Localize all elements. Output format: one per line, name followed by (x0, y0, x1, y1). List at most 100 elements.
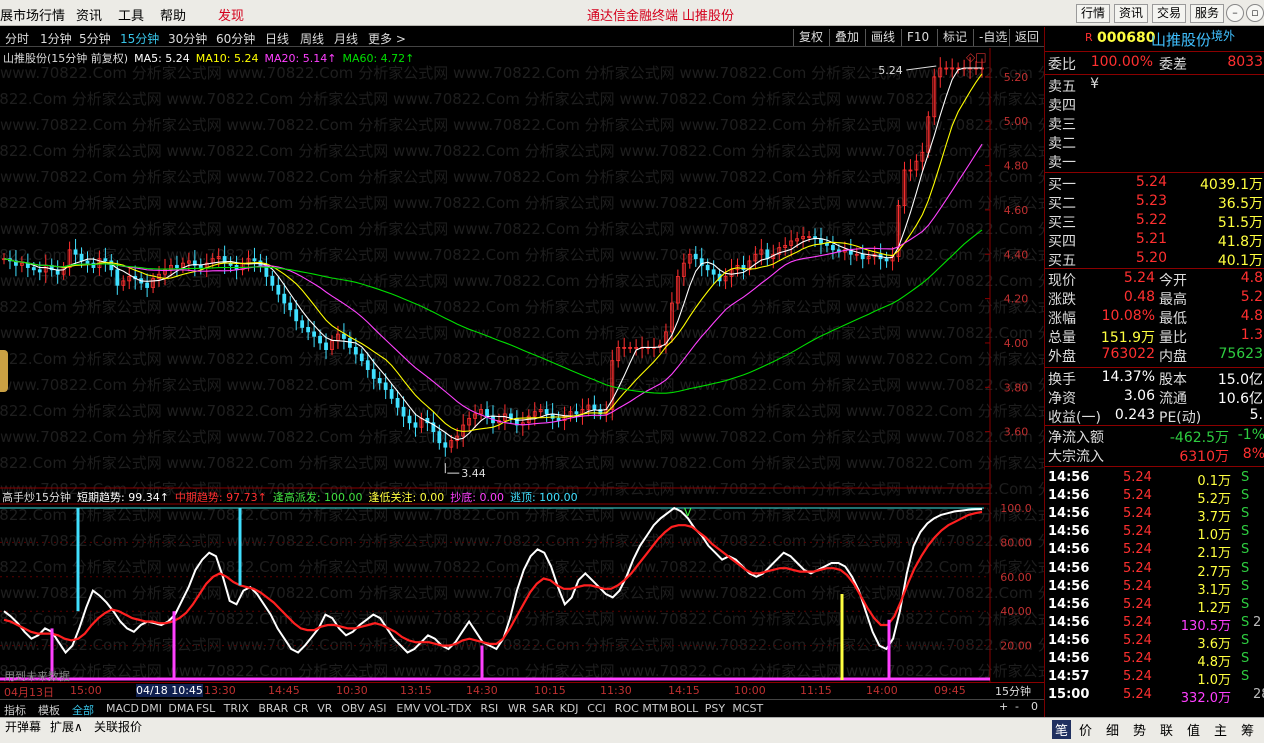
indicator-tab[interactable]: DMI (141, 702, 162, 715)
quote-tab[interactable]: 细 (1106, 720, 1119, 739)
trade-button[interactable]: 交易 (1152, 4, 1187, 23)
kline-chart[interactable]: www.70822.Com 分析家公式网 www.70822.Com 分析家公式… (0, 48, 1044, 682)
mid-trend-label: 中期趋势: 97.73↑ (174, 491, 267, 504)
quote-tab[interactable]: 值 (1187, 720, 1200, 739)
sell-label: 卖四 (1048, 98, 1076, 114)
period-more[interactable]: 更多 > (368, 30, 406, 47)
watermark-text: www.70822.Com 分析家公式网 www.70822.Com 分析家公式… (0, 194, 1044, 212)
candle-body (198, 264, 203, 268)
buy-volume: 4039.1万 (1200, 177, 1263, 193)
indicator-tab[interactable]: CR (293, 702, 308, 715)
period-1min[interactable]: 1分钟 (40, 30, 72, 47)
quote-tab[interactable]: 势 (1133, 720, 1146, 739)
period-day[interactable]: 日线 (265, 30, 289, 47)
top-mark[interactable]: ◇□ (966, 50, 987, 64)
indicator-tab[interactable]: DMA (168, 702, 194, 715)
period-week[interactable]: 周线 (300, 30, 324, 47)
indicator-info-line: 高手炒15分钟 短期趋势: 99.34↑ 中期趋势: 97.73↑ 逢高派发: 100… (2, 489, 584, 505)
indicator-tab[interactable]: MCST (732, 702, 763, 715)
indicator-tab[interactable]: WR (508, 702, 527, 715)
mark-button[interactable]: 标记 (937, 29, 967, 46)
flow-row: 净流入额 -462.5万 -1% (1045, 427, 1264, 446)
indicator-tab[interactable]: 指标 (4, 702, 26, 718)
sell-row: 卖四 (1045, 95, 1264, 114)
indicator-tab[interactable]: RSI (480, 702, 498, 715)
zoom-out-button[interactable]: - (1015, 700, 1019, 713)
minimize-icon[interactable]: – (1226, 4, 1244, 22)
remove-watch-button[interactable]: -自选 (973, 29, 1007, 46)
period-30min[interactable]: 30分钟 (168, 30, 207, 47)
zoom-reset-button[interactable]: 0 (1031, 700, 1038, 713)
service-button[interactable]: 服务 (1190, 4, 1225, 23)
indicator-tab[interactable]: EMV (396, 702, 420, 715)
price-tick-label: 4.40 (1004, 248, 1029, 261)
tick-volume: 130.5万 (1180, 618, 1231, 634)
tick-volume: 5.2万 (1197, 492, 1231, 508)
tick-side: S (1241, 542, 1250, 558)
candle-body (377, 378, 382, 384)
tick-time: 14:56 (1048, 542, 1090, 558)
quote-tab[interactable]: 筹 (1241, 720, 1254, 739)
indicator-tab[interactable]: ROC (615, 702, 639, 715)
chart-area[interactable]: www.70822.Com 分析家公式网 www.70822.Com 分析家公式… (0, 48, 1044, 683)
indicator-tab[interactable]: 模板 (38, 702, 60, 718)
f10-button[interactable]: F10 (901, 29, 929, 46)
menu-news[interactable]: 资讯 (76, 5, 102, 24)
candle-body (115, 269, 120, 286)
quote-tab[interactable]: 笔 (1052, 720, 1072, 739)
period-5min[interactable]: 5分钟 (79, 30, 111, 47)
quote-button[interactable]: 行情 (1076, 4, 1111, 23)
flow-row: 大宗流入 6310万 8% (1045, 446, 1264, 465)
stat-label: 涨跌 (1048, 292, 1076, 308)
time-label: 04/18 10:45 (136, 684, 203, 697)
indicator-tab[interactable]: ASI (369, 702, 387, 715)
indicator-tab[interactable]: PSY (705, 702, 725, 715)
menu-tools[interactable]: 工具 (118, 5, 144, 24)
indicator-tab[interactable]: BOLL (670, 702, 698, 715)
tick-side: S (1241, 470, 1250, 485)
watermark-text: www.70822.Com 分析家公式网 www.70822.Com 分析家公式… (0, 376, 1044, 394)
candle-body (407, 415, 412, 424)
candle-body (711, 269, 716, 275)
zoom-in-button[interactable]: + (999, 700, 1008, 713)
indicator-tab[interactable]: KDJ (560, 702, 579, 715)
side-handle[interactable] (0, 350, 8, 392)
candle-body (145, 282, 150, 288)
menu-market[interactable]: 展市场行情 (0, 5, 65, 24)
indicator-tab[interactable]: MTM (642, 702, 668, 715)
menu-help[interactable]: 帮助 (160, 5, 186, 24)
indicator-tab[interactable]: VOL-TDX (424, 702, 472, 715)
quote-tab[interactable]: 价 (1079, 720, 1092, 739)
indicator-tab[interactable]: FSL (196, 702, 215, 715)
expand-button[interactable]: 扩展∧ (50, 718, 83, 735)
period-15min[interactable]: 15分钟 (120, 30, 159, 47)
related-quote-button[interactable]: 关联报价 (94, 718, 142, 735)
draw-button[interactable]: 画线 (865, 29, 895, 46)
overlay-button[interactable]: 叠加 (829, 29, 859, 46)
indicator-tab[interactable]: 全部 (72, 702, 94, 718)
danmaku-button[interactable]: 开弹幕 (5, 718, 41, 735)
quote-tab[interactable]: 主 (1214, 720, 1227, 739)
stat-value: 151.9万 (1100, 330, 1155, 346)
signal-mark: V (684, 506, 692, 519)
tick-time: 14:56 (1048, 578, 1090, 594)
menu-discover[interactable]: 发现 (218, 5, 244, 24)
buy-label: 买三 (1048, 215, 1076, 231)
indicator-tab[interactable]: TRIX (224, 702, 249, 715)
indicator-tab[interactable]: SAR (532, 702, 554, 715)
candle-body (389, 389, 394, 399)
sell-row: 卖五 ¥ (1045, 76, 1264, 95)
restore-icon[interactable]: ▫ (1246, 4, 1264, 22)
indicator-tab[interactable]: VR (317, 702, 332, 715)
indicator-tab[interactable]: OBV (341, 702, 364, 715)
adjust-button[interactable]: 复权 (793, 29, 823, 46)
back-button[interactable]: 返回 (1009, 29, 1039, 46)
news-button[interactable]: 资讯 (1114, 4, 1149, 23)
indicator-tab[interactable]: BRAR (258, 702, 288, 715)
period-60min[interactable]: 60分钟 (216, 30, 255, 47)
indicator-tab[interactable]: MACD (106, 702, 139, 715)
period-intraday[interactable]: 分时 (5, 30, 29, 47)
indicator-tab[interactable]: CCI (587, 702, 606, 715)
period-month[interactable]: 月线 (334, 30, 358, 47)
quote-tab[interactable]: 联 (1160, 720, 1173, 739)
